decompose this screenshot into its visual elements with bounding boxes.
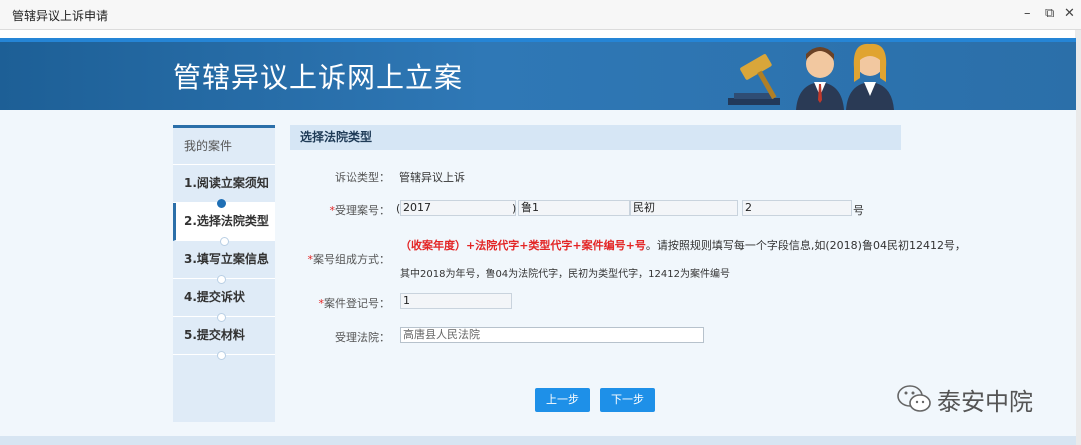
close-icon[interactable]: ✕ [1064,6,1075,21]
next-step-button[interactable]: 下一步 [600,388,655,412]
registration-no-label: *案件登记号： [290,295,391,311]
case-format-rule-text: 。请按照规则填写每一个字段信息,如(2018)鲁04民初12412号， [645,239,966,252]
sidebar-step-label: 3.填写立案信息 [184,252,269,266]
case-format-rule-highlight: （收案年度）+法院代字+类型代字+案件编号+号 [400,239,646,252]
step-pending-icon [217,313,226,322]
sidebar-heading: 我的案件 [173,128,275,165]
sidebar-step-submit-materials[interactable]: 5.提交材料 [173,317,275,360]
case-format-label: *案号组成方式： [290,251,391,267]
litigation-type-label: 诉讼类型： [335,171,390,184]
sidebar-steps: 我的案件 1.阅读立案须知 2.选择法院类型 3.填写立案信息 4.提交诉状 5… [173,125,275,422]
court-code-input[interactable]: 鲁1 [518,200,630,216]
case-number-label-text: 受理案号： [335,204,390,217]
case-close-paren: ) [512,202,517,215]
type-code-input[interactable]: 民初 [630,200,738,216]
court-input[interactable]: 高唐县人民法院 [400,327,704,343]
section-title: 选择法院类型 [290,125,901,150]
sidebar-step-label: 2.选择法院类型 [184,214,269,228]
case-year-input[interactable]: 2017 [400,200,516,216]
bottom-strip [0,436,1076,445]
prev-step-button[interactable]: 上一步 [535,388,590,412]
header-banner: 管辖异议上诉网上立案 [0,38,1076,110]
case-number-label: *受理案号： [290,202,391,218]
step-pending-icon [220,237,229,246]
main-form: 选择法院类型 诉讼类型： 管辖异议上诉 *受理案号： ( 2017 ) 鲁1 民… [290,125,966,425]
window-titlebar: 管辖异议上诉申请 – ⧉ ✕ [0,0,1081,30]
wechat-icon [897,385,931,412]
step-pending-icon [217,351,226,360]
step-pending-icon [217,275,226,284]
sidebar-step-submit-complaint[interactable]: 4.提交诉状 [173,279,275,322]
window-title: 管辖异议上诉申请 [12,9,109,23]
litigation-type-value: 管辖异议上诉 [399,171,465,184]
watermark: 泰安中院 [895,380,1055,416]
case-format-rule: （收案年度）+法院代字+类型代字+案件编号+号。请按照规则填写每一个字段信息,如… [400,237,966,253]
case-number-suffix: 号 [853,204,864,217]
banner-title: 管辖异议上诉网上立案 [173,61,464,94]
judge-lawyers-illustration [728,43,894,110]
serial-number-input[interactable]: 2 [742,200,852,216]
registration-no-input[interactable]: 1 [400,293,512,309]
sidebar-step-fill-info[interactable]: 3.填写立案信息 [173,241,275,284]
minimize-icon[interactable]: – [1024,6,1031,21]
registration-no-label-text: 案件登记号： [324,297,390,310]
step-done-icon [217,199,226,208]
sidebar-step-select-court-type[interactable]: 2.选择法院类型 [173,203,275,246]
watermark-text: 泰安中院 [937,388,1033,416]
sidebar-step-read-notice[interactable]: 1.阅读立案须知 [173,165,275,208]
sidebar-step-label: 4.提交诉状 [184,290,245,304]
sidebar-step-label: 1.阅读立案须知 [184,176,269,190]
court-label: 受理法院： [335,331,390,344]
maximize-icon[interactable]: ⧉ [1045,6,1054,21]
case-format-label-text: 案号组成方式： [313,253,390,266]
sidebar-step-label: 5.提交材料 [184,328,245,342]
case-format-example: 其中2018为年号，鲁04为法院代字，民初为类型代字，12412为案件编号 [400,269,730,280]
